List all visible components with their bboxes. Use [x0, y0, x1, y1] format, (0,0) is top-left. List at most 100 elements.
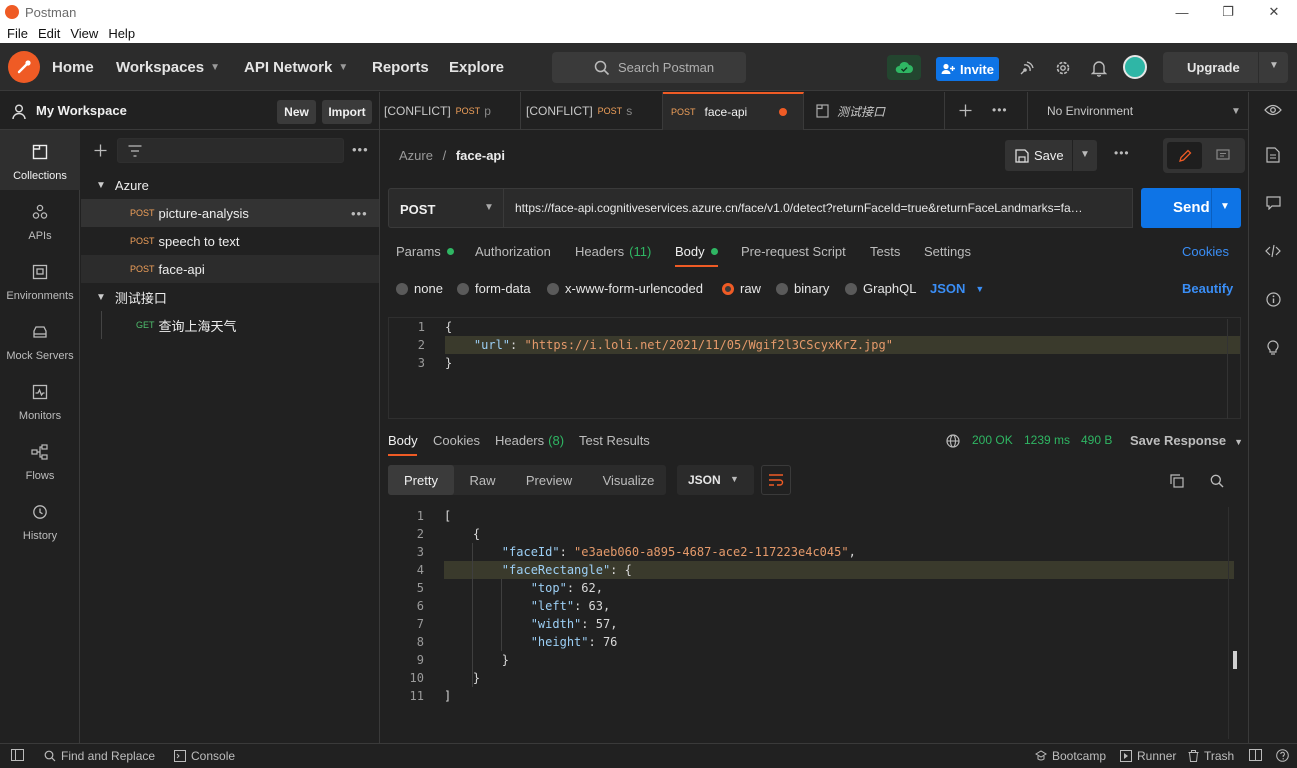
layout-two-pane-icon[interactable] — [1249, 749, 1267, 761]
sidebar-item-collections[interactable]: Collections — [0, 130, 80, 190]
tree-request-shanghai-weather[interactable]: GET 查询上海天气 — [81, 311, 379, 339]
info-icon[interactable] — [1262, 288, 1284, 310]
runner-button[interactable]: Runner — [1120, 749, 1176, 763]
tab-authorization[interactable]: Authorization — [475, 244, 551, 259]
response-tab-headers[interactable]: Headers (8) — [495, 433, 564, 448]
copy-icon[interactable] — [1170, 474, 1184, 488]
bootcamp-button[interactable]: Bootcamp — [1035, 749, 1106, 763]
menu-edit[interactable]: Edit — [38, 26, 60, 41]
tab-headers[interactable]: Headers (11) — [575, 244, 651, 259]
wrap-lines-icon[interactable] — [761, 465, 791, 495]
method-select[interactable]: POST ▼ — [388, 188, 504, 228]
import-button[interactable]: Import — [322, 100, 372, 124]
eye-icon[interactable] — [1262, 99, 1284, 121]
request-body-editor[interactable]: 1 { 2 "url": "https://i.loli.net/2021/11… — [388, 317, 1241, 419]
beautify-link[interactable]: Beautify — [1182, 281, 1233, 296]
tab-test-api[interactable]: 测试接口 — [804, 92, 945, 130]
documentation-icon[interactable] — [1262, 144, 1284, 166]
sidebar-item-monitors[interactable]: Monitors — [0, 370, 80, 430]
send-button[interactable]: Send ▼ — [1141, 188, 1241, 228]
body-mode-form-data[interactable]: form-data — [457, 281, 531, 296]
nav-explore[interactable]: Explore — [449, 59, 504, 76]
body-language-select[interactable]: JSON ▼ — [930, 281, 984, 296]
format-raw[interactable]: Raw — [455, 465, 510, 495]
save-button[interactable]: Save ▼ — [1005, 140, 1097, 171]
response-status[interactable]: 200 OK — [972, 433, 1013, 447]
response-size[interactable]: 490 B — [1081, 433, 1112, 447]
nav-workspaces[interactable]: Workspaces ▼ — [116, 59, 220, 76]
menu-file[interactable]: File — [7, 26, 28, 41]
upgrade-button[interactable]: Upgrade ▼ — [1163, 52, 1288, 83]
nav-home[interactable]: Home — [52, 59, 94, 76]
tab-face-api[interactable]: POST face-api — [663, 92, 804, 130]
more-options-icon[interactable]: ••• — [1114, 146, 1130, 160]
new-tab-plus-icon[interactable] — [959, 104, 972, 117]
invite-button[interactable]: Invite — [936, 57, 999, 81]
format-pretty[interactable]: Pretty — [388, 465, 454, 495]
sync-status-icon[interactable] — [887, 55, 921, 80]
console-button[interactable]: Console — [174, 749, 235, 763]
tree-request-speech-to-text[interactable]: POST speech to text — [81, 227, 379, 255]
breadcrumb-parent[interactable]: Azure — [399, 148, 433, 163]
user-avatar[interactable] — [1123, 55, 1147, 79]
comments-icon[interactable] — [1262, 192, 1284, 214]
lightbulb-icon[interactable] — [1262, 336, 1284, 358]
comment-icon[interactable] — [1205, 142, 1240, 169]
tab-conflict-s[interactable]: [CONFLICT] POST s — [521, 92, 663, 130]
satellite-icon[interactable] — [1016, 57, 1038, 79]
collection-folder-test-api[interactable]: ▼ 测试接口 — [81, 283, 379, 311]
maximize-button[interactable]: ❐ — [1205, 0, 1251, 24]
response-language-select[interactable]: JSON ▼ — [677, 465, 754, 495]
postman-logo-icon[interactable] — [8, 51, 40, 83]
minimize-button[interactable]: — — [1159, 0, 1205, 24]
plus-icon[interactable] — [94, 144, 107, 157]
collections-filter-input[interactable] — [117, 138, 344, 163]
tree-request-face-api[interactable]: POST face-api — [81, 255, 379, 283]
tab-params[interactable]: Params — [396, 244, 454, 259]
response-time[interactable]: 1239 ms — [1024, 433, 1070, 447]
sidebar-item-environments[interactable]: Environments — [0, 250, 80, 310]
global-search-box[interactable]: Search Postman — [552, 52, 746, 83]
url-input[interactable]: https://face-api.cognitiveservices.azure… — [504, 188, 1133, 228]
more-options-icon[interactable]: ••• — [352, 142, 369, 157]
environment-selector[interactable]: No Environment ▼ — [1027, 92, 1248, 130]
tree-request-picture-analysis[interactable]: POST picture-analysis ••• — [81, 199, 379, 227]
notifications-bell-icon[interactable] — [1088, 57, 1110, 79]
body-mode-urlencoded[interactable]: x-www-form-urlencoded — [547, 281, 703, 296]
menu-help[interactable]: Help — [108, 26, 135, 41]
breadcrumb-current[interactable]: face-api — [456, 148, 505, 163]
response-tab-test-results[interactable]: Test Results — [579, 433, 650, 448]
workspace-name[interactable]: My Workspace — [36, 103, 127, 118]
collection-folder-azure[interactable]: ▼ Azure — [81, 171, 379, 199]
nav-reports[interactable]: Reports — [372, 59, 429, 76]
tab-conflict-p[interactable]: [CONFLICT] POST p — [380, 92, 521, 130]
tab-tests[interactable]: Tests — [870, 244, 900, 259]
nav-api-network[interactable]: API Network ▼ — [244, 59, 348, 76]
editor-scrollbar[interactable] — [1228, 507, 1241, 739]
body-mode-graphql[interactable]: GraphQL — [845, 281, 916, 296]
editor-scrollbar[interactable] — [1227, 319, 1240, 419]
sidebar-item-history[interactable]: History — [0, 490, 80, 550]
tab-pre-request-script[interactable]: Pre-request Script — [741, 244, 846, 259]
edit-pencil-icon[interactable] — [1167, 142, 1202, 169]
more-options-icon[interactable]: ••• — [351, 206, 368, 221]
menu-view[interactable]: View — [70, 26, 98, 41]
body-mode-none[interactable]: none — [396, 281, 443, 296]
body-mode-binary[interactable]: binary — [776, 281, 829, 296]
new-button[interactable]: New — [277, 100, 316, 124]
response-tab-cookies[interactable]: Cookies — [433, 433, 480, 448]
find-and-replace-button[interactable]: Find and Replace — [44, 749, 155, 763]
response-body-viewer[interactable]: 1 [ 2 { 3 "faceId": "e3aeb060-a895-4687-… — [388, 507, 1241, 739]
body-mode-raw[interactable]: raw — [722, 281, 761, 296]
sidebar-item-flows[interactable]: Flows — [0, 430, 80, 490]
tab-settings[interactable]: Settings — [924, 244, 971, 259]
format-visualize[interactable]: Visualize — [591, 465, 666, 495]
settings-gear-icon[interactable] — [1052, 57, 1074, 79]
close-window-button[interactable]: ✕ — [1251, 0, 1297, 24]
cookies-link[interactable]: Cookies — [1182, 244, 1229, 259]
globe-icon[interactable] — [946, 434, 960, 448]
response-tab-body[interactable]: Body — [388, 433, 418, 448]
search-icon[interactable] — [1210, 474, 1224, 488]
more-tabs-icon[interactable]: ••• — [992, 103, 1008, 117]
help-icon[interactable] — [1276, 749, 1294, 762]
